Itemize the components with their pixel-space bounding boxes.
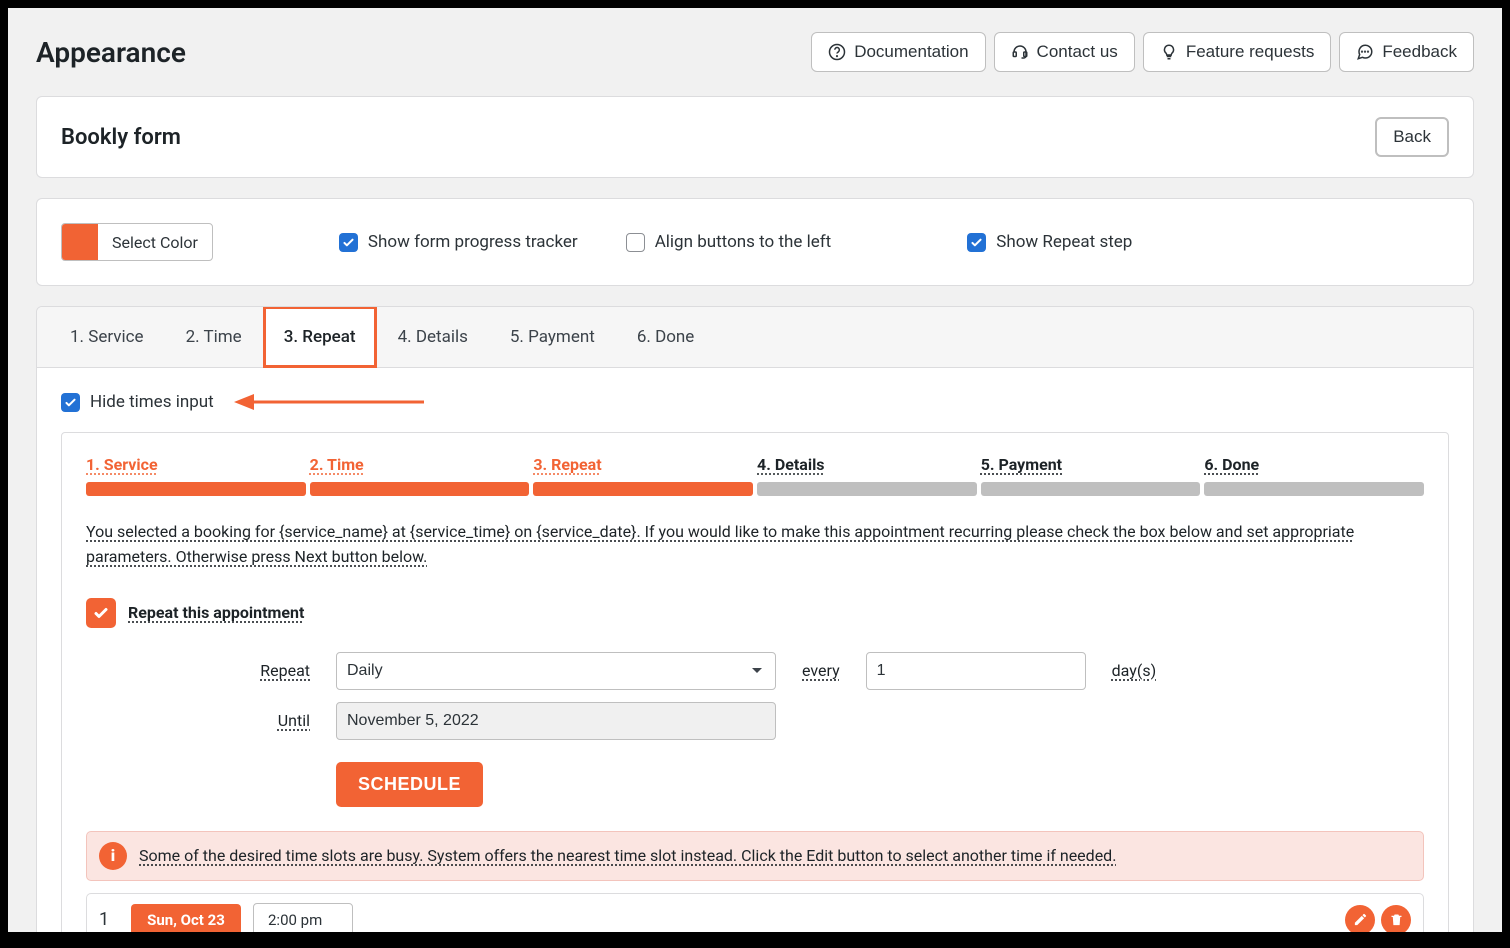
lightbulb-icon <box>1160 43 1178 61</box>
tab-done[interactable]: 6. Done <box>616 306 716 368</box>
every-input[interactable] <box>866 652 1086 690</box>
contact-button[interactable]: Contact us <box>994 32 1135 72</box>
checkbox-icon <box>626 233 645 252</box>
slot-row: 1 Sun, Oct 23 2:00 pm <box>86 893 1424 932</box>
feedback-button[interactable]: Feedback <box>1339 32 1474 72</box>
alert-box: i Some of the desired time slots are bus… <box>86 831 1424 881</box>
every-label: every <box>802 661 840 680</box>
days-label: day(s) <box>1112 661 1156 680</box>
feature-button[interactable]: Feature requests <box>1143 32 1332 72</box>
panel-title: Bookly form <box>61 125 181 150</box>
hide-times-checkbox[interactable]: Hide times input <box>61 392 214 412</box>
progress-step-done[interactable]: 6. Done <box>1204 455 1424 476</box>
color-picker[interactable]: Select Color <box>61 223 213 261</box>
intro-text[interactable]: You selected a booking for {service_name… <box>86 520 1424 570</box>
repeat-checkbox[interactable] <box>86 598 116 628</box>
chat-icon <box>1356 43 1374 61</box>
back-button[interactable]: Back <box>1375 117 1449 157</box>
align-left-checkbox[interactable]: Align buttons to the left <box>626 232 832 252</box>
arrow-annotation-icon <box>234 392 424 412</box>
tab-repeat[interactable]: 3. Repeat <box>263 306 377 368</box>
edit-button[interactable] <box>1345 905 1375 932</box>
progress-step-repeat[interactable]: 3. Repeat <box>533 455 753 476</box>
progress-step-details[interactable]: 4. Details <box>757 455 977 476</box>
until-input[interactable] <box>336 702 776 740</box>
tab-service[interactable]: 1. Service <box>49 306 165 368</box>
checkbox-icon <box>339 233 358 252</box>
check-icon <box>93 605 109 621</box>
headset-icon <box>1011 43 1029 61</box>
delete-button[interactable] <box>1381 905 1411 932</box>
until-label: Until <box>236 711 310 730</box>
repeat-select[interactable]: Daily <box>336 652 776 690</box>
progress-step-service[interactable]: 1. Service <box>86 455 306 476</box>
pencil-icon <box>1353 912 1368 927</box>
repeat-field-label: Repeat <box>236 661 310 680</box>
color-swatch <box>62 224 98 260</box>
checkbox-icon <box>61 393 80 412</box>
repeat-label[interactable]: Repeat this appointment <box>128 603 304 622</box>
page-title: Appearance <box>36 36 186 69</box>
schedule-button[interactable]: SCHEDULE <box>336 762 483 807</box>
tab-payment[interactable]: 5. Payment <box>489 306 616 368</box>
help-icon <box>828 43 846 61</box>
tab-details[interactable]: 4. Details <box>377 306 489 368</box>
slot-time[interactable]: 2:00 pm <box>253 903 353 932</box>
slot-number: 1 <box>99 909 119 930</box>
trash-icon <box>1389 912 1404 927</box>
slot-date: Sun, Oct 23 <box>131 904 241 932</box>
show-tracker-checkbox[interactable]: Show form progress tracker <box>339 232 578 252</box>
documentation-button[interactable]: Documentation <box>811 32 985 72</box>
checkbox-icon <box>967 233 986 252</box>
progress-step-time[interactable]: 2. Time <box>310 455 530 476</box>
show-repeat-checkbox[interactable]: Show Repeat step <box>967 232 1132 252</box>
alert-text[interactable]: Some of the desired time slots are busy.… <box>139 846 1116 865</box>
progress-step-payment[interactable]: 5. Payment <box>981 455 1201 476</box>
info-icon: i <box>99 842 127 870</box>
tab-time[interactable]: 2. Time <box>165 306 263 368</box>
